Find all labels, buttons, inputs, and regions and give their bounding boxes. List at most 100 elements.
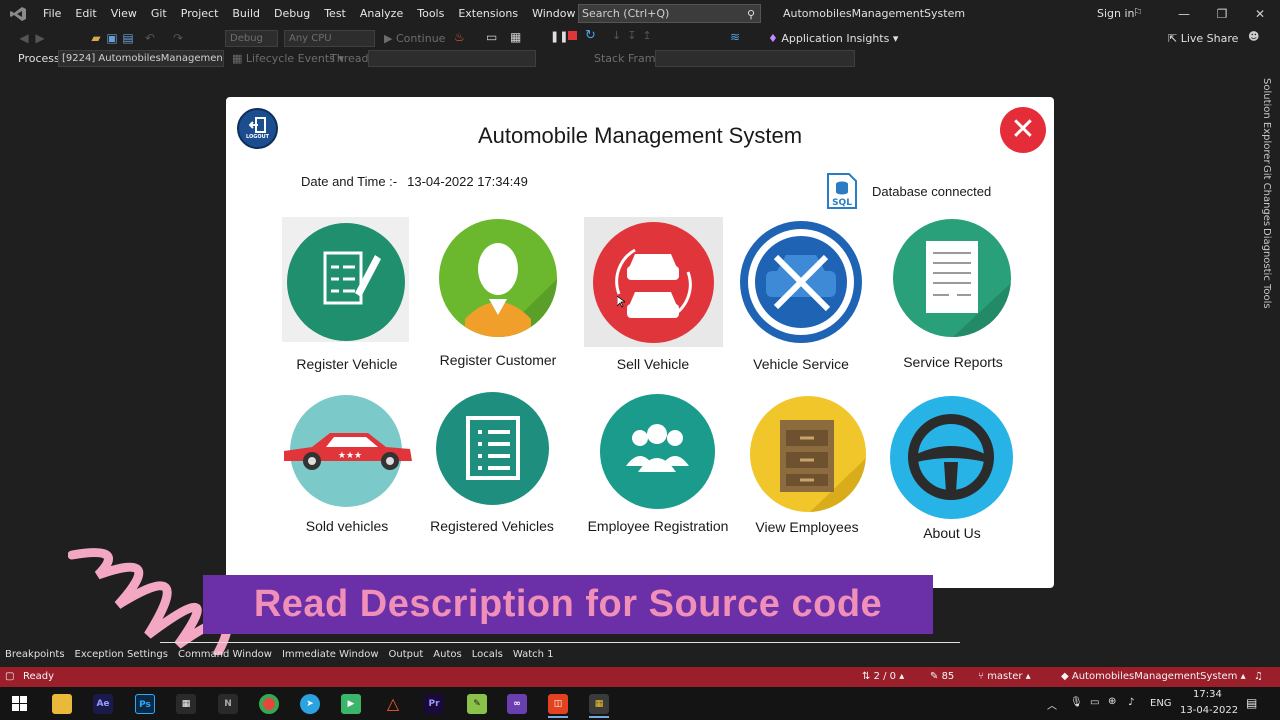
visual-studio-logo-icon[interactable] [0, 0, 36, 28]
stop-icon[interactable] [568, 31, 577, 40]
undo-icon[interactable]: ↶ [142, 31, 158, 45]
windows-start-icon[interactable] [12, 696, 27, 711]
thread-dropdown[interactable] [368, 50, 536, 67]
menu-view[interactable]: View [104, 0, 144, 28]
clock-time[interactable]: 17:34 [1193, 689, 1222, 700]
photoshop-icon[interactable]: Ps [135, 694, 155, 714]
restart-icon[interactable]: ↻ [585, 28, 596, 43]
tab-output[interactable]: Output [384, 649, 429, 660]
layout-icon[interactable]: ▦ [510, 30, 521, 44]
visual-studio-icon[interactable]: ∞ [507, 694, 527, 714]
after-effects-icon[interactable]: Ae [93, 694, 113, 714]
sell-vehicle-icon [593, 222, 714, 343]
menu-extensions[interactable]: Extensions [451, 0, 525, 28]
tab-watch-1[interactable]: Watch 1 [508, 649, 559, 660]
process-dropdown[interactable]: [9224] AutomobilesManagementS [58, 50, 224, 67]
close-window-icon[interactable]: ✕ [1241, 0, 1279, 28]
minimize-icon[interactable]: — [1165, 0, 1203, 28]
language-indicator[interactable]: ENG [1150, 698, 1172, 709]
lifecycle-label: Lifecycle Events [245, 52, 335, 65]
status-icon: ▢ [5, 671, 15, 682]
telegram-icon[interactable]: ➤ [300, 694, 320, 714]
config-dropdown[interactable]: Debug [225, 30, 278, 47]
lifecycle-events-button[interactable]: ▦ Lifecycle Events ▾ [232, 49, 344, 68]
solution-explorer-tab[interactable]: Solution Explorer [1261, 78, 1272, 164]
hot-reload-icon[interactable]: ♨ [454, 30, 465, 44]
profile-icon[interactable]: ☻ [1248, 30, 1259, 43]
brave-icon[interactable]: △ [383, 694, 403, 714]
diagnostics-icon[interactable]: ≋ [730, 30, 740, 44]
menu-git[interactable]: Git [144, 0, 174, 28]
edits-count: 85 [941, 671, 955, 682]
redo-icon[interactable]: ↷ [170, 31, 186, 45]
source-code-banner: Read Description for Source code [203, 575, 933, 634]
battery-icon[interactable]: ▭ [1090, 697, 1099, 708]
premiere-pro-icon[interactable]: Pr [424, 694, 444, 714]
chrome-icon[interactable] [259, 694, 279, 714]
office-icon[interactable]: ◫ [548, 694, 568, 714]
step-icons[interactable]: ↓↧↥ [612, 29, 658, 42]
tray-chevron-icon[interactable]: ︿ [1047, 697, 1057, 712]
notion-icon[interactable]: N [218, 694, 238, 714]
sign-in-link[interactable]: Sign in [1097, 0, 1135, 28]
feedback-icon[interactable]: ⚐ [1133, 6, 1143, 19]
changes-count: 2 / 0 [873, 671, 897, 682]
tab-autos[interactable]: Autos [428, 649, 466, 660]
platform-dropdown[interactable]: Any CPU [284, 30, 375, 47]
edits-status[interactable]: ✎ 85 [930, 667, 954, 687]
continue-label: Continue [395, 32, 446, 45]
volume-icon[interactable]: ♪ [1128, 697, 1134, 708]
back-icon[interactable]: ◀ [16, 31, 32, 45]
open-folder-icon[interactable]: ▰ [88, 31, 104, 45]
tab-breakpoints[interactable]: Breakpoints [0, 649, 70, 660]
menu-test[interactable]: Test [317, 0, 353, 28]
save-all-icon[interactable]: ▤ [120, 31, 136, 45]
bluestacks-icon[interactable]: ▶ [341, 694, 361, 714]
registered-vehicles-icon [436, 392, 549, 505]
app-insights-button[interactable]: ♦ Application Insights ▾ [768, 30, 898, 47]
network-icon[interactable]: ⊕ [1108, 696, 1116, 707]
menu-project[interactable]: Project [174, 0, 226, 28]
maximize-icon[interactable]: ❐ [1203, 0, 1241, 28]
status-ready: Ready [23, 671, 55, 682]
ide-search-input[interactable]: Search (Ctrl+Q) ⚲ [578, 4, 761, 23]
forward-icon[interactable]: ▶ [32, 31, 48, 45]
about-us-icon [890, 396, 1013, 519]
red-car-icon: ★★★ [284, 433, 412, 470]
git-changes-tab[interactable]: Git Changes [1261, 165, 1272, 226]
tab-command-window[interactable]: Command Window [173, 649, 277, 660]
tab-immediate-window[interactable]: Immediate Window [277, 649, 384, 660]
sql-database-icon: SQL [827, 173, 857, 209]
file-explorer-icon[interactable] [52, 694, 72, 714]
menu-analyze[interactable]: Analyze [353, 0, 410, 28]
menu-window[interactable]: Window [525, 0, 582, 28]
branch-status[interactable]: ⑂ master ▴ [978, 667, 1031, 687]
git-changes-status[interactable]: ⇅ 2 / 0 ▴ [862, 667, 904, 687]
running-app-icon[interactable]: ▦ [589, 694, 609, 714]
clock-date[interactable]: 13-04-2022 [1180, 705, 1238, 716]
browse-icon[interactable]: ▭ [486, 30, 497, 44]
notepad-plus-plus-icon[interactable]: ✎ [467, 694, 487, 714]
save-icon[interactable]: ▣ [104, 31, 120, 45]
live-share-button[interactable]: ⇱ Live Share [1168, 30, 1238, 47]
diagnostic-tools-tab[interactable]: Diagnostic Tools [1261, 228, 1272, 309]
app-window: LOGOUT Automobile Management System ✕ Da… [226, 97, 1054, 588]
movie-maker-icon[interactable]: ▦ [176, 694, 196, 714]
menu-build[interactable]: Build [225, 0, 267, 28]
repo-status[interactable]: ◆ AutomobilesManagementSystem ▴ [1061, 667, 1246, 687]
menu-tools[interactable]: Tools [410, 0, 451, 28]
microphone-icon[interactable]: 🎙 [1070, 697, 1083, 708]
menu-edit[interactable]: Edit [68, 0, 103, 28]
stack-frame-dropdown[interactable] [655, 50, 855, 67]
close-app-button[interactable]: ✕ [1000, 107, 1046, 153]
menu-file[interactable]: File [36, 0, 68, 28]
menu-debug[interactable]: Debug [267, 0, 317, 28]
pause-icon[interactable]: ❚❚ [550, 30, 568, 43]
tab-locals[interactable]: Locals [467, 649, 508, 660]
continue-button[interactable]: ▶ Continue [384, 30, 445, 47]
notifications-icon[interactable]: ♫ [1254, 667, 1263, 687]
datetime-value: 13-04-2022 17:34:49 [407, 174, 528, 189]
action-center-icon[interactable]: ▤ [1246, 696, 1257, 710]
banner-underline [160, 642, 960, 643]
tab-exception-settings[interactable]: Exception Settings [70, 649, 173, 660]
